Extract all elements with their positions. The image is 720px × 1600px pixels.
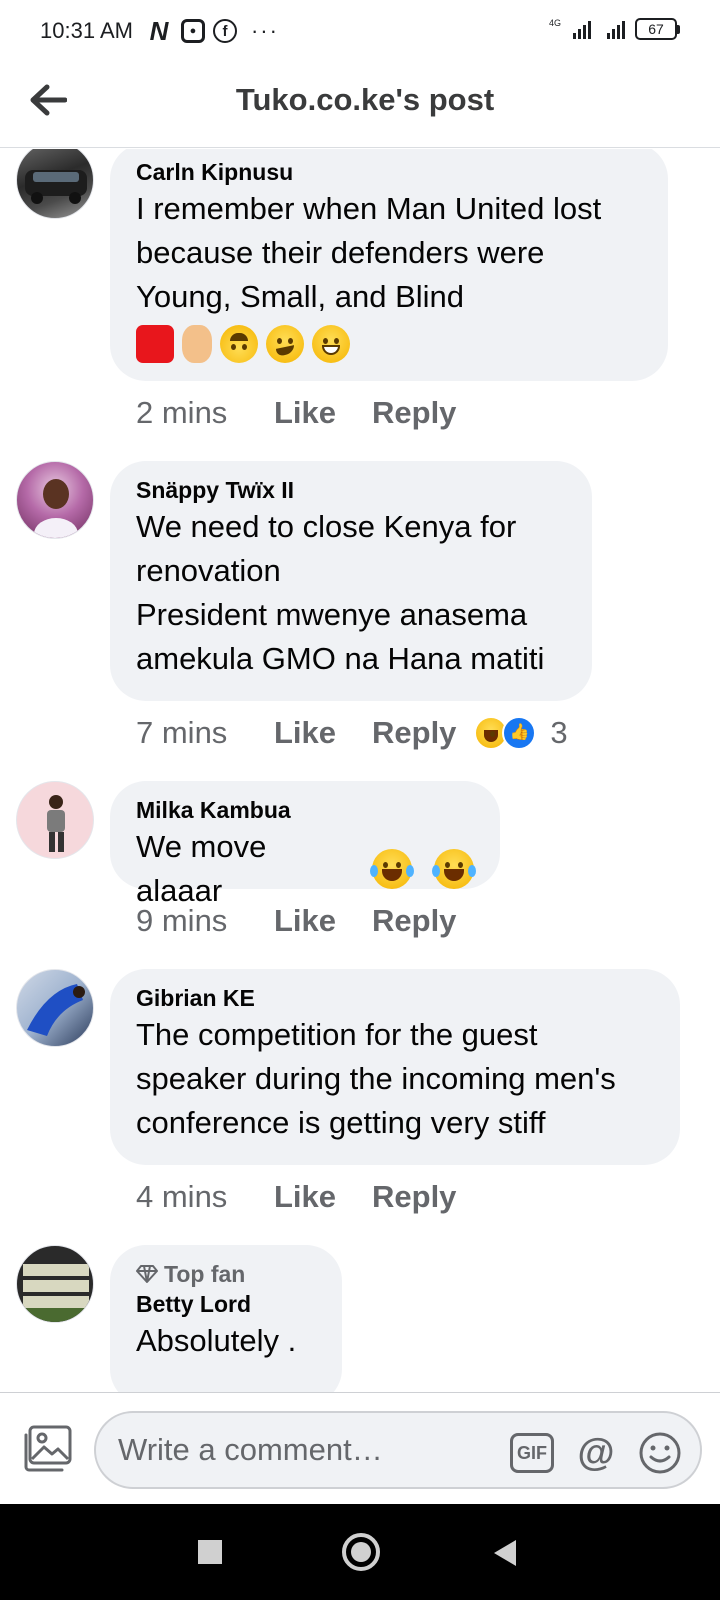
comment-composer: Write a comment… GIF @ — [0, 1392, 720, 1504]
like-button[interactable]: Like — [274, 1179, 372, 1215]
car-avatar-image — [25, 170, 87, 204]
avatar[interactable] — [16, 1245, 94, 1323]
comment-bubble[interactable]: Top fan Betty Lord Absolutely . — [110, 1245, 342, 1392]
face-with-tears-of-joy-emoji-icon — [432, 849, 476, 889]
comment-meta: 2 mins Like Reply — [136, 395, 456, 431]
person-avatar-image — [47, 795, 65, 852]
comment-time[interactable]: 9 mins — [136, 903, 274, 939]
avatar[interactable] — [16, 461, 94, 539]
face-with-tears-of-joy-emoji-icon — [370, 849, 415, 889]
comment-content: We move alaaar — [136, 825, 476, 913]
avatar[interactable] — [16, 969, 94, 1047]
network-type: 4G — [548, 18, 561, 28]
battery-icon: 67 — [635, 18, 680, 40]
text-avatar-image — [17, 1264, 93, 1322]
comment-text: The competition for the guest speaker du… — [136, 1017, 616, 1140]
emoji-row — [136, 325, 642, 363]
person-avatar-image — [27, 984, 85, 1036]
status-bar: 10:31 AM N ● f ··· 4G 67 — [0, 0, 720, 62]
like-button[interactable]: Like — [274, 903, 372, 939]
comment-meta: 9 mins Like Reply — [136, 903, 456, 939]
post-header: Tuko.co.ke's post — [0, 62, 720, 148]
emoji-button[interactable] — [638, 1431, 682, 1475]
more-dots-icon: ··· — [250, 18, 279, 43]
recent-apps-button[interactable] — [198, 1540, 222, 1564]
grinning-face-emoji-icon — [312, 325, 350, 363]
reaction-summary[interactable]: 👍 3 — [474, 715, 568, 751]
reply-button[interactable]: Reply — [372, 715, 456, 751]
n-app-icon: N — [149, 15, 169, 46]
comment-author[interactable]: Milka Kambua — [136, 795, 474, 825]
reply-button[interactable]: Reply — [372, 1179, 456, 1215]
person-avatar-image — [34, 479, 78, 538]
upside-down-face-emoji-icon — [220, 325, 258, 363]
page-title: Tuko.co.ke's post — [235, 82, 495, 117]
back-nav-button[interactable] — [494, 1540, 516, 1566]
comment-author[interactable]: Carln Kipnusu — [136, 157, 642, 187]
comment-bubble[interactable]: Snäppy Twïx II We need to close Kenya fo… — [110, 461, 592, 701]
red-square-emoji-icon — [136, 325, 174, 363]
avatar[interactable] — [16, 149, 94, 219]
smirking-face-emoji-icon — [266, 325, 304, 363]
signal-icon — [607, 19, 625, 39]
screen-record-icon: ● — [180, 19, 205, 43]
like-button[interactable]: Like — [274, 395, 372, 431]
battery-level: 67 — [635, 18, 677, 40]
comment-list[interactable]: Carln Kipnusu I remember when Man United… — [0, 149, 720, 1392]
comment-time[interactable]: 4 mins — [136, 1179, 274, 1215]
comment-author[interactable]: Betty Lord — [136, 1289, 316, 1319]
diamond-icon — [136, 1265, 158, 1283]
comment-text: We need to close Kenya for renovation Pr… — [136, 509, 545, 676]
reply-button[interactable]: Reply — [372, 395, 456, 431]
comment-meta: 7 mins Like Reply 👍 3 — [136, 715, 568, 751]
system-nav-bar — [0, 1504, 720, 1600]
badge-label: Top fan — [164, 1261, 246, 1287]
facebook-icon: f — [212, 19, 237, 43]
photo-button[interactable] — [22, 1423, 74, 1473]
comment-author[interactable]: Snäppy Twïx II — [136, 475, 566, 505]
comment-bubble[interactable]: Gibrian KE The competition for the guest… — [110, 969, 680, 1165]
avatar[interactable] — [16, 781, 94, 859]
comment-text: We move alaaar — [136, 829, 267, 908]
like-button[interactable]: Like — [274, 715, 372, 751]
system-icons: 4G 67 — [549, 18, 680, 40]
comment-text: I remember when Man United lost because … — [136, 191, 602, 314]
like-reaction-icon: 👍 — [502, 716, 537, 750]
reaction-count: 3 — [550, 715, 568, 750]
signal-icon — [573, 19, 591, 39]
gif-button[interactable]: GIF — [510, 1433, 554, 1473]
comment-meta: 4 mins Like Reply — [136, 1179, 456, 1215]
smiley-icon — [639, 1432, 681, 1474]
reply-button[interactable]: Reply — [372, 903, 456, 939]
notification-icons: N ● f ··· — [145, 15, 279, 46]
comment-bubble[interactable]: Milka Kambua We move alaaar — [110, 781, 500, 908]
comment-text: Absolutely . — [136, 1323, 297, 1358]
mention-button[interactable]: @ — [574, 1431, 618, 1475]
comment-time[interactable]: 2 mins — [136, 395, 274, 431]
comment-author[interactable]: Gibrian KE — [136, 983, 654, 1013]
status-time: 10:31 AM — [40, 18, 133, 43]
crossed-fingers-emoji-icon — [182, 325, 212, 363]
photo-icon — [24, 1425, 72, 1472]
comment-time[interactable]: 7 mins — [136, 715, 274, 751]
top-fan-badge: Top fan — [136, 1259, 316, 1289]
comment-bubble[interactable]: Carln Kipnusu I remember when Man United… — [110, 149, 668, 381]
home-button[interactable] — [342, 1533, 380, 1571]
